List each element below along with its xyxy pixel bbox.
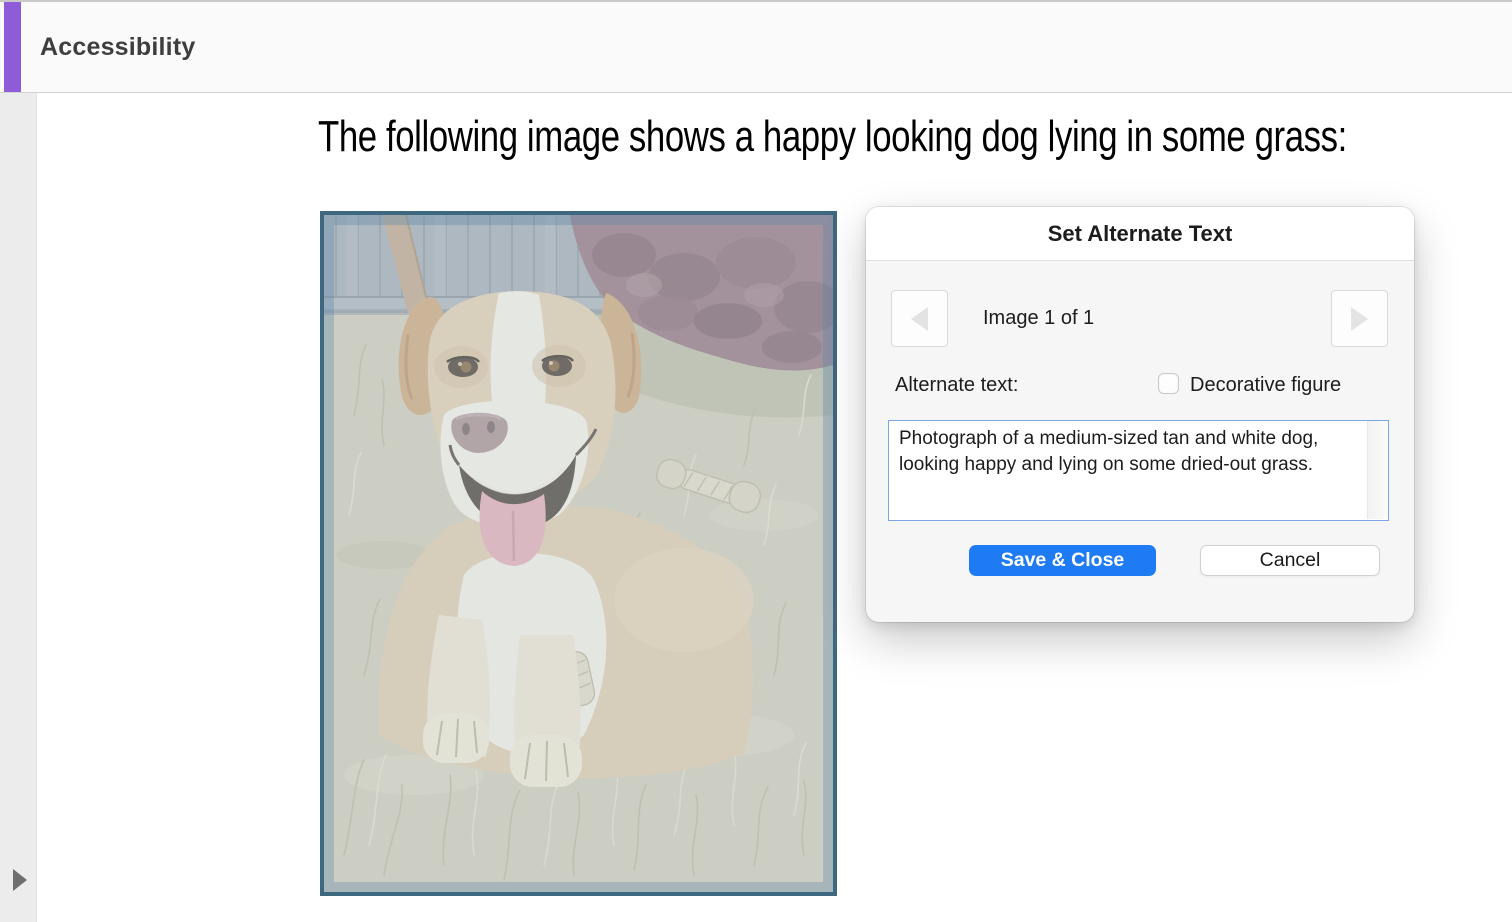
alt-text-input[interactable]: Photograph of a medium-sized tan and whi… xyxy=(889,421,1367,519)
image-pager-label: Image 1 of 1 xyxy=(983,290,1094,347)
document-image-dog[interactable] xyxy=(320,211,837,896)
decorative-figure-checkbox[interactable] xyxy=(1158,373,1179,394)
dialog-header: Set Alternate Text xyxy=(866,207,1414,261)
next-image-button[interactable] xyxy=(1331,290,1388,347)
page-title: Accessibility xyxy=(40,2,195,92)
cancel-button[interactable]: Cancel xyxy=(1200,545,1380,576)
dialog-title: Set Alternate Text xyxy=(866,207,1414,261)
left-rail xyxy=(0,93,37,922)
chevron-right-icon xyxy=(1351,307,1368,331)
accent-bar xyxy=(4,2,21,92)
document-heading: The following image shows a happy lookin… xyxy=(318,112,1347,162)
set-alternate-text-dialog: Set Alternate Text Image 1 of 1 Alternat… xyxy=(866,207,1414,622)
textarea-scrollbar[interactable] xyxy=(1367,421,1388,519)
chevron-left-icon xyxy=(911,307,928,331)
decorative-figure-label: Decorative figure xyxy=(1190,374,1341,397)
save-and-close-button[interactable]: Save & Close xyxy=(969,545,1156,576)
top-bar: Accessibility xyxy=(0,0,1512,93)
alt-text-field-frame: Photograph of a medium-sized tan and whi… xyxy=(888,420,1389,521)
dog-photo-illustration xyxy=(324,215,833,892)
app-window: Accessibility The following image shows … xyxy=(0,0,1512,922)
previous-image-button[interactable] xyxy=(891,290,948,347)
alternate-text-label: Alternate text: xyxy=(895,374,1018,397)
sidebar-expander-icon[interactable] xyxy=(13,869,27,891)
